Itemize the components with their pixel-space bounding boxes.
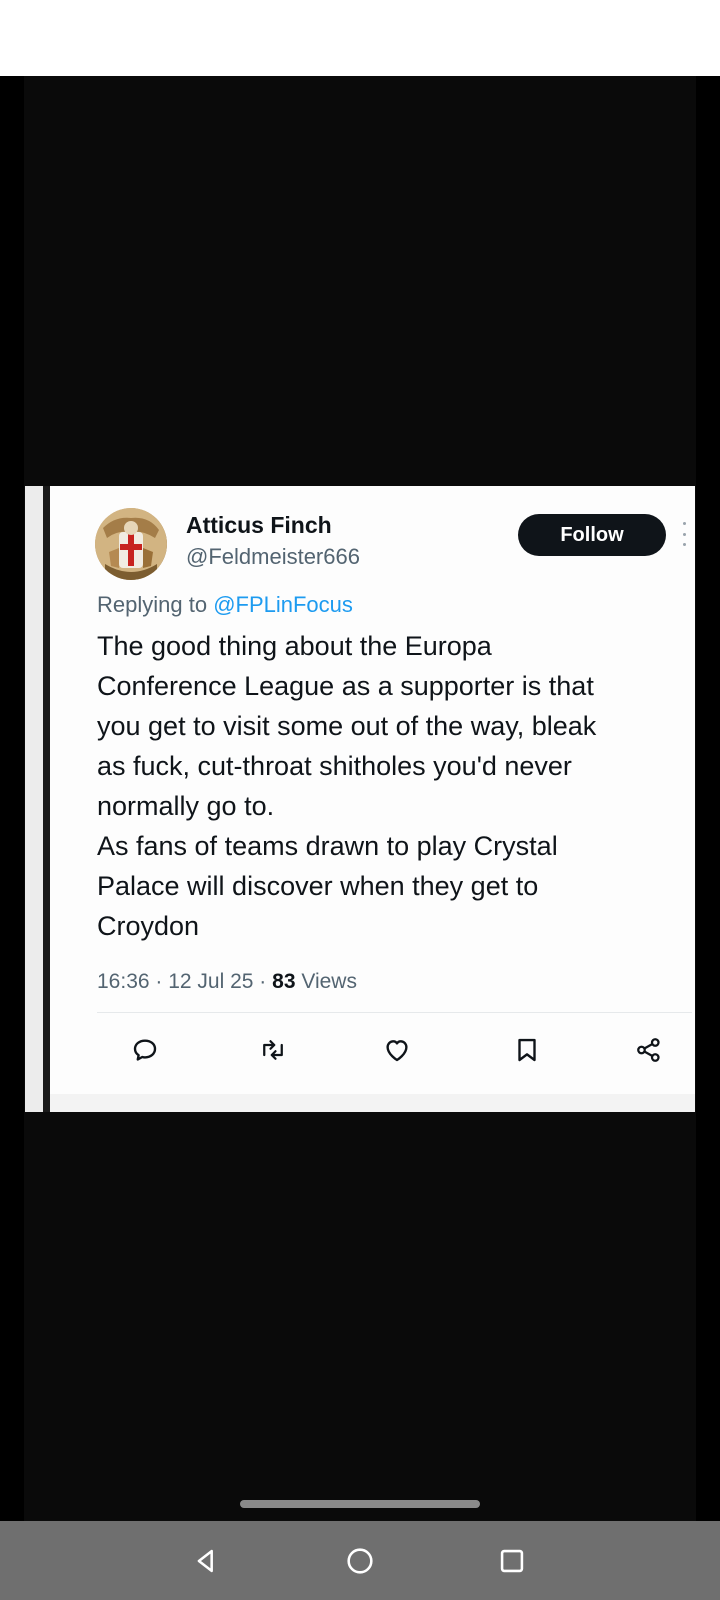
bookmark-button[interactable]	[509, 1032, 545, 1068]
follow-button[interactable]: Follow	[518, 514, 666, 556]
home-indicator[interactable]	[240, 1500, 480, 1508]
tweet-actions	[97, 1026, 692, 1076]
screenshot-left-margin	[25, 486, 43, 1112]
nav-home-button[interactable]	[338, 1539, 382, 1583]
screenshot-left-border	[43, 486, 50, 1112]
reply-mention-link[interactable]: @FPLinFocus	[213, 592, 353, 617]
screenshot-bottom-strip	[50, 1094, 695, 1112]
retweet-icon	[263, 1040, 283, 1060]
views-count: 83	[272, 970, 296, 993]
share-button[interactable]	[631, 1032, 667, 1068]
meta-separator: ·	[253, 970, 273, 993]
status-bar-area	[0, 0, 720, 76]
viewer-edge-left	[0, 76, 24, 1521]
divider	[97, 1012, 692, 1013]
screen: Atticus Finch @Feldmeister666 Follow Rep…	[0, 0, 720, 1600]
meta-separator: ·	[149, 970, 169, 993]
tweet-date[interactable]: 12 Jul 25	[168, 970, 253, 993]
tweet-text: The good thing about the Europa Conferen…	[97, 631, 597, 941]
home-circle-icon	[347, 1548, 373, 1574]
like-button[interactable]	[379, 1032, 415, 1068]
author-handle[interactable]: @Feldmeister666	[186, 544, 360, 570]
tweet-meta: 16:36 · 12 Jul 25 · 83 Views	[97, 970, 357, 994]
more-dot	[682, 532, 686, 536]
more-options-icon[interactable]	[678, 516, 690, 552]
system-nav-bar	[0, 1521, 720, 1600]
author-name[interactable]: Atticus Finch	[186, 512, 332, 539]
heart-icon	[386, 1040, 408, 1062]
retweet-button[interactable]	[255, 1032, 291, 1068]
tweet-card: Atticus Finch @Feldmeister666 Follow Rep…	[50, 486, 695, 1112]
tweet-time[interactable]: 16:36	[97, 970, 150, 993]
share-icon	[637, 1038, 660, 1062]
replying-to-label: Replying to	[97, 592, 214, 617]
reply-button[interactable]	[127, 1032, 163, 1068]
nav-back-button[interactable]	[184, 1539, 228, 1583]
views-label: Views	[295, 970, 357, 993]
bookmark-icon	[518, 1038, 536, 1062]
avatar[interactable]	[95, 508, 167, 580]
viewer-edge-right	[696, 76, 720, 1521]
replying-to: Replying to @FPLinFocus	[97, 592, 353, 618]
more-dot	[682, 543, 686, 546]
back-triangle-icon	[197, 1549, 213, 1573]
speech-bubble-icon	[133, 1039, 157, 1061]
tweet-screenshot[interactable]: Atticus Finch @Feldmeister666 Follow Rep…	[25, 486, 695, 1112]
more-dot	[682, 522, 686, 525]
knight-avatar-icon	[95, 508, 167, 580]
nav-recents-button[interactable]	[490, 1539, 534, 1583]
recents-square-icon	[500, 1549, 524, 1573]
